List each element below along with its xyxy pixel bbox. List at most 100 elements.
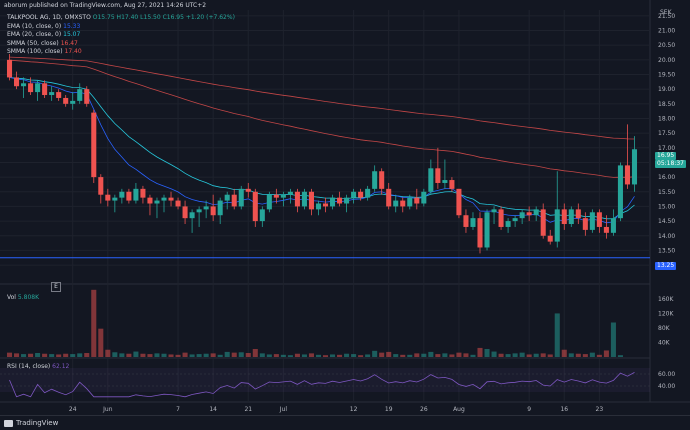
volume-bar (582, 354, 588, 357)
candle-body (35, 83, 41, 93)
candle-body (330, 197, 336, 207)
volume-bar (400, 354, 406, 357)
tradingview-logo[interactable]: TradingView (4, 419, 58, 427)
candle-body (435, 168, 441, 183)
hline-price-tag: 13.25 (655, 262, 677, 270)
candle-body (351, 191, 357, 198)
candle-body (245, 188, 251, 192)
volume-bar (463, 353, 469, 357)
volume-bar (224, 351, 230, 357)
volume-bar (168, 354, 174, 357)
candle-body (470, 218, 476, 227)
volume-bar (603, 350, 609, 357)
candle-body (624, 165, 630, 185)
volume-bar (252, 349, 258, 357)
time-tick-label: 21 (244, 406, 252, 413)
volume-bar (470, 354, 476, 357)
time-tick-label: 7 (176, 406, 180, 413)
candle-body (428, 168, 434, 192)
price-axis: 21.5021.0020.5020.0019.5019.0018.5018.00… (658, 13, 675, 390)
volume-bar (154, 353, 160, 357)
candle-body (484, 212, 490, 248)
price-tick-label: 14.00 (658, 233, 675, 240)
price-tick-label: 17.50 (658, 130, 675, 137)
candle-body (540, 209, 546, 236)
smma100-value: 17.40 (64, 48, 82, 56)
volume-bar (182, 352, 188, 357)
volume-bar (322, 355, 329, 357)
rsi-label: RSI (14, close) (7, 363, 51, 370)
trading-chart[interactable]: 21.5021.0020.5020.0019.5019.0018.5018.00… (0, 0, 690, 430)
volume-bar (358, 355, 364, 357)
time-tick-label: 14 (209, 406, 217, 413)
price-tick-label: 19.00 (658, 86, 675, 93)
volume-bar (308, 353, 314, 357)
volume-tick-label: 40K (658, 339, 671, 346)
time-tick-label: 12 (350, 406, 358, 413)
candle-body (463, 215, 469, 227)
volume-bar (42, 353, 48, 357)
candle-body (337, 197, 343, 204)
candle-body (568, 209, 574, 225)
price-tick-label: 21.00 (658, 28, 675, 35)
volume-bar (344, 353, 350, 357)
volume-bar (414, 353, 420, 357)
volume-bar (98, 328, 104, 357)
time-tick-label: Jun (102, 406, 113, 413)
volume-bar (294, 353, 300, 357)
volume-bar (231, 352, 237, 357)
smma100-row[interactable]: SMMA (100, close) 17.40 (7, 48, 235, 57)
volume-bar (161, 353, 167, 357)
volume-bar (175, 354, 181, 357)
time-tick-label: Aug (453, 406, 465, 413)
candle-body (547, 235, 553, 242)
volume-bar (365, 354, 371, 357)
rsi-tick-label: 60.00 (658, 371, 675, 378)
candle-body (14, 77, 20, 87)
time-axis: 24 Jun 7 14 21 Jul 12 19 26 Aug 9 16 23 (69, 406, 603, 413)
volume-bar (407, 354, 413, 357)
volume-bar (568, 353, 574, 357)
volume-bar (84, 353, 90, 357)
candle-body (21, 83, 27, 87)
earnings-marker[interactable]: E (51, 282, 61, 292)
volume-bar (301, 354, 307, 357)
volume-bar (519, 352, 525, 357)
rsi-legend[interactable]: RSI (14, close) 62.12 (7, 363, 69, 370)
rsi-tick-label: 40.00 (658, 383, 675, 390)
time-tick-label: 9 (527, 406, 531, 413)
candle-body (224, 194, 230, 201)
candle-body (617, 165, 623, 219)
volume-bar (140, 353, 146, 357)
volume-bar (526, 354, 532, 357)
symbol-row[interactable]: TALKPOOL AG, 1D, OMXSTO O15.75 H17.40 L1… (7, 14, 235, 23)
volume-bar (217, 354, 223, 357)
ema20-label: EMA (20, close, 0) (7, 31, 62, 39)
indicator-legend: TALKPOOL AG, 1D, OMXSTO O15.75 H17.40 L1… (7, 14, 235, 57)
candle-body (182, 206, 188, 219)
candle-body (344, 197, 350, 204)
volume-bar (351, 354, 357, 357)
volume-bar (133, 351, 139, 357)
footer-bar: TradingView (0, 415, 690, 430)
volume-bar (91, 289, 97, 357)
ema10-row[interactable]: EMA (10, close, 0) 15.33 (7, 23, 235, 32)
candle-body (196, 209, 202, 213)
ohlc-values: O15.75 H17.40 L15.50 C16.95 +1.20 (+7.62… (92, 14, 235, 21)
candle-body (400, 200, 406, 207)
candle-body (589, 212, 595, 230)
ema20-row[interactable]: EMA (20, close, 0) 15.07 (7, 31, 235, 40)
candle-body (49, 92, 55, 96)
volume-bar (386, 351, 392, 357)
volume-bar (210, 353, 216, 357)
smma50-row[interactable]: SMMA (50, close) 16.47 (7, 40, 235, 49)
volume-legend[interactable]: Vol 5.808K (7, 294, 39, 301)
volume-bar (238, 352, 244, 357)
volume-pane (6, 289, 623, 357)
candle-body (154, 200, 160, 204)
smma100-label: SMMA (100, close) (7, 48, 63, 56)
volume-bar (421, 353, 427, 357)
candle-body (105, 194, 111, 201)
volume-bar (126, 353, 132, 357)
candle-body (56, 92, 62, 98)
